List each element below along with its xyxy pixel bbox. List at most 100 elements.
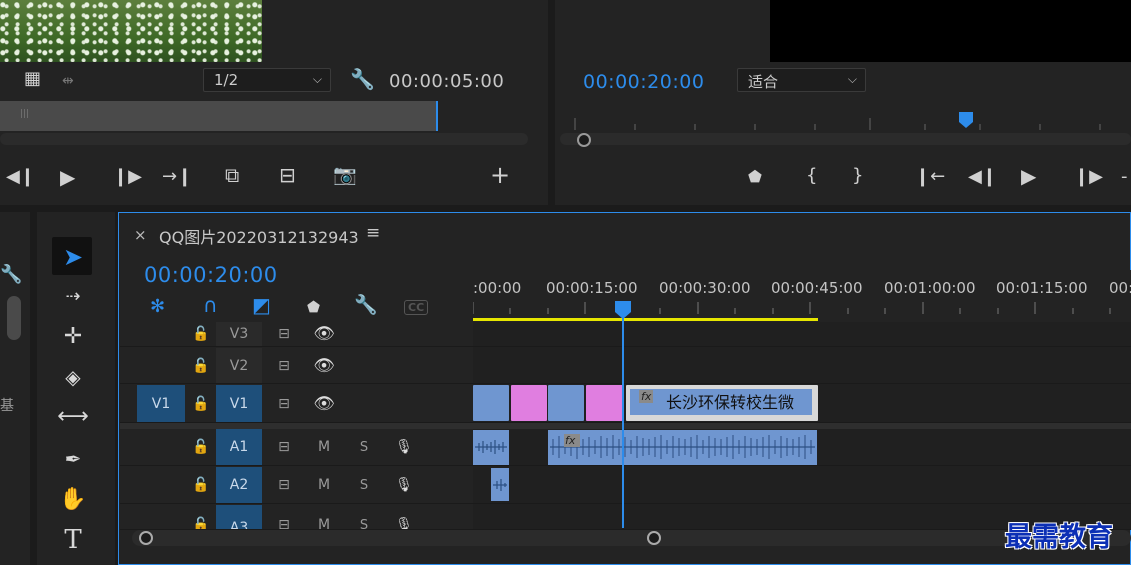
hand-tool-icon[interactable]: ✋ — [54, 483, 92, 517]
source-preview-image — [0, 0, 262, 62]
track-v2: 🔓 V2 ⊟ 👁 — [120, 348, 1131, 384]
add-marker-icon[interactable]: ⬟ — [748, 168, 762, 186]
step-forward-icon[interactable]: ❙▶ — [113, 168, 142, 186]
source-timecode[interactable]: 00:00:05:00 — [389, 71, 504, 92]
program-playhead — [959, 112, 973, 128]
lock-icon[interactable]: 🔓 — [186, 348, 216, 383]
sync-lock-icon[interactable]: ⊟ — [268, 348, 300, 383]
fx-badge: fx — [565, 434, 576, 447]
microphone-icon[interactable]: 🎙 — [388, 510, 420, 529]
overwrite-icon[interactable]: ⊟ — [279, 165, 296, 185]
sync-lock-icon[interactable]: ⊟ — [268, 510, 300, 529]
timeline-timecode[interactable]: 00:00:20:00 — [144, 263, 278, 287]
mute-button[interactable]: M — [308, 467, 340, 503]
timeline-zoom-scrollbar[interactable] — [132, 530, 1131, 546]
step-back-icon[interactable]: ◀❙ — [6, 168, 35, 186]
track-label[interactable]: V1 — [216, 385, 262, 422]
timeline-playhead[interactable] — [614, 300, 632, 320]
zoom-handle-left[interactable] — [139, 531, 153, 545]
fx-badge: fx — [639, 390, 654, 403]
sync-lock-icon[interactable]: ⊟ — [268, 429, 300, 465]
audio-waveform-icon[interactable]: ⇹ — [62, 72, 74, 90]
video-clip[interactable] — [473, 385, 509, 421]
mark-in-icon[interactable]: { — [806, 167, 817, 185]
source-scroll-bar[interactable] — [0, 133, 528, 145]
lock-icon[interactable]: 🔓 — [186, 467, 216, 503]
add-button-icon[interactable]: + — [490, 163, 510, 187]
selection-tool-icon[interactable]: ➤ — [54, 240, 92, 274]
more-icon[interactable]: - — [1121, 168, 1128, 186]
add-marker-icon[interactable]: ⬟ — [307, 298, 320, 316]
wrench-icon[interactable]: 🔧 — [0, 266, 22, 284]
insert-icon[interactable]: ⧉ — [225, 165, 239, 185]
track-label[interactable]: A2 — [216, 467, 262, 503]
lock-icon[interactable]: 🔓 — [186, 429, 216, 465]
source-playhead[interactable] — [436, 101, 438, 131]
work-area-bar[interactable] — [473, 318, 818, 321]
lock-icon[interactable]: 🔓 — [186, 385, 216, 422]
sync-lock-icon[interactable]: ⊟ — [268, 322, 300, 346]
track-label[interactable]: V3 — [216, 322, 262, 346]
linked-selection-icon[interactable]: ◩ — [252, 295, 271, 315]
mute-button[interactable]: M — [308, 429, 340, 465]
eye-icon[interactable]: 👁 — [308, 385, 340, 422]
track-label[interactable]: V2 — [216, 348, 262, 383]
microphone-icon[interactable]: 🎙 — [388, 467, 420, 503]
track-select-tool-icon[interactable]: ⇢ — [54, 280, 92, 314]
ruler-label: 00:01:00:00 — [884, 279, 976, 297]
mute-button[interactable]: M — [308, 510, 340, 529]
nest-icon[interactable]: ✻ — [150, 298, 165, 316]
lock-icon[interactable]: 🔓 — [186, 510, 216, 529]
microphone-icon[interactable]: 🎙 — [388, 429, 420, 465]
eye-icon[interactable]: 👁 — [308, 322, 340, 346]
wrench-icon[interactable]: 🔧 — [354, 296, 378, 315]
step-back-icon[interactable]: ◀❙ — [968, 168, 997, 186]
lock-icon[interactable]: 🔓 — [186, 322, 216, 346]
project-scroll-thumb[interactable] — [7, 296, 21, 340]
program-fit-select[interactable]: 适合 ⌵ — [737, 68, 866, 92]
track-a3: 🔓 A3 ⊟ M S 🎙 — [120, 505, 1131, 530]
ripple-edit-tool-icon[interactable]: ✛ — [54, 320, 92, 354]
type-tool-icon[interactable]: T — [54, 523, 92, 557]
sequence-tab[interactable]: QQ图片20220312132943 — [159, 224, 359, 248]
solo-button[interactable]: S — [350, 467, 378, 503]
play-icon[interactable]: ▶ — [60, 167, 75, 187]
track-label[interactable]: A3 — [216, 505, 262, 529]
slip-tool-icon[interactable]: ⟷ — [54, 400, 92, 434]
go-to-in-icon[interactable]: ❙← — [915, 168, 945, 186]
mark-out-icon[interactable]: } — [852, 167, 863, 185]
video-clip[interactable] — [586, 385, 624, 421]
source-zoom-select[interactable]: 1/2 ⌵ — [203, 68, 331, 92]
video-clip[interactable] — [511, 385, 547, 421]
wrench-icon[interactable]: 🔧 — [350, 69, 375, 89]
play-icon[interactable]: ▶ — [1021, 166, 1036, 186]
source-in-out-range[interactable] — [0, 101, 438, 131]
timeline-playhead-line[interactable] — [622, 310, 624, 528]
title-clip[interactable]: fx 长沙环保转校生微 — [626, 385, 818, 421]
step-forward-icon[interactable]: ❙▶ — [1074, 168, 1103, 186]
ruler-label: 00:00:45:00 — [771, 279, 863, 297]
snap-magnet-icon[interactable]: ∩ — [203, 295, 218, 315]
camera-icon[interactable]: 📷 — [333, 166, 357, 185]
go-to-out-icon[interactable]: →❙ — [162, 168, 192, 186]
track-label[interactable]: A1 — [216, 429, 262, 465]
audio-clips[interactable] — [473, 429, 819, 503]
program-timecode[interactable]: 00:00:20:00 — [583, 71, 704, 93]
program-ruler[interactable] — [560, 108, 1131, 148]
eye-icon[interactable]: 👁 — [308, 348, 340, 383]
razor-tool-icon[interactable]: ◈ — [54, 360, 92, 394]
zoom-handle-right[interactable] — [647, 531, 661, 545]
solo-button[interactable]: S — [350, 429, 378, 465]
source-patch-v1[interactable]: V1 — [137, 385, 185, 422]
film-strip-icon[interactable]: ▦ — [24, 70, 41, 88]
watermark-text: 最需教育 — [1005, 522, 1113, 553]
panel-menu-icon[interactable]: ≡ — [366, 223, 380, 243]
video-clip[interactable] — [548, 385, 584, 421]
sync-lock-icon[interactable]: ⊟ — [268, 467, 300, 503]
premiere-window: ▦ ⇹ 1/2 ⌵ 🔧 00:00:05:00 ||| ◀❙ ▶ ❙▶ →❙ ⧉… — [0, 0, 1131, 565]
sync-lock-icon[interactable]: ⊟ — [268, 385, 300, 422]
pen-tool-icon[interactable]: ✒ — [54, 442, 92, 476]
captions-icon[interactable]: CC — [404, 300, 429, 315]
close-icon[interactable]: × — [134, 226, 147, 244]
solo-button[interactable]: S — [350, 510, 378, 530]
